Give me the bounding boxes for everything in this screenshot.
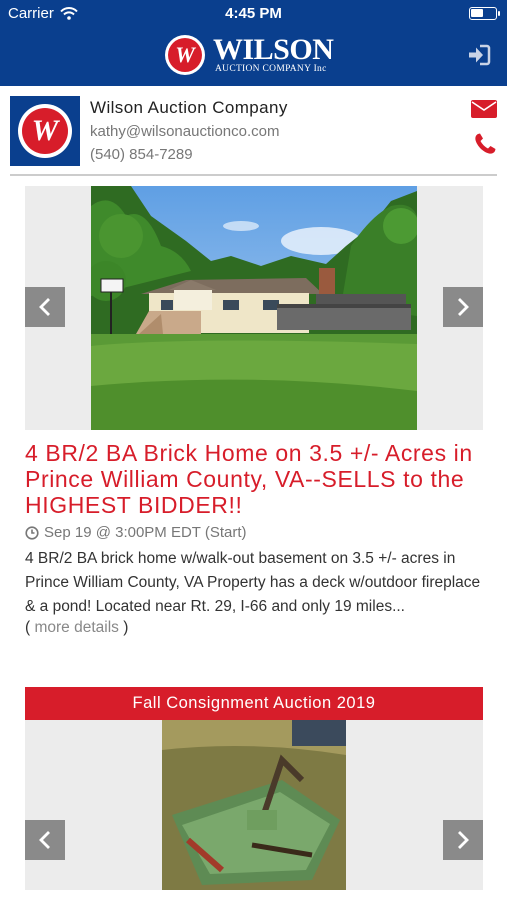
house-image bbox=[91, 186, 417, 430]
company-logo-ring: W bbox=[18, 104, 72, 158]
listing-card[interactable]: 4 BR/2 BA Brick Home on 3.5 +/- Acres in… bbox=[25, 186, 483, 637]
logo-text: WILSON bbox=[213, 33, 334, 67]
logo-mark-letter: W bbox=[168, 38, 202, 72]
carousel-prev-button[interactable] bbox=[25, 820, 65, 860]
clock-icon bbox=[25, 525, 39, 540]
listing-date-text: Sep 19 @ 3:00PM EDT (Start) bbox=[44, 524, 247, 541]
listing-card[interactable]: Fall Consignment Auction 2019 bbox=[25, 687, 483, 890]
carousel-next-button[interactable] bbox=[443, 820, 483, 860]
more-details-link[interactable]: more details bbox=[34, 619, 118, 636]
image-carousel[interactable] bbox=[25, 186, 483, 430]
phone-icon[interactable] bbox=[473, 132, 497, 156]
battery-level bbox=[471, 9, 483, 17]
listing-photo-mower[interactable] bbox=[162, 720, 346, 890]
chevron-left-icon bbox=[39, 298, 50, 316]
app-header: W WILSON AUCTION COMPANY Inc bbox=[0, 28, 507, 86]
chevron-left-icon bbox=[39, 831, 50, 849]
logo-subtext: AUCTION COMPANY Inc bbox=[215, 64, 327, 75]
mower-image bbox=[162, 720, 346, 890]
more-details: ( more details ) bbox=[25, 619, 483, 637]
company-logo: W bbox=[10, 96, 80, 166]
more-details-open: ( bbox=[25, 619, 31, 636]
mail-icon[interactable] bbox=[471, 100, 497, 118]
listing-date: Sep 19 @ 3:00PM EDT (Start) bbox=[25, 524, 483, 541]
header-logo[interactable]: W WILSON AUCTION COMPANY Inc bbox=[165, 33, 334, 75]
listing-title[interactable]: 4 BR/2 BA Brick Home on 3.5 +/- Acres in… bbox=[25, 440, 483, 518]
company-logo-letter: W bbox=[22, 108, 68, 154]
auction-banner[interactable]: Fall Consignment Auction 2019 bbox=[25, 687, 483, 720]
status-time: 4:45 PM bbox=[225, 5, 282, 22]
login-icon[interactable] bbox=[467, 44, 491, 66]
carousel-prev-button[interactable] bbox=[25, 287, 65, 327]
chevron-right-icon bbox=[458, 298, 469, 316]
logo-mark: W bbox=[165, 35, 205, 75]
more-details-close: ) bbox=[123, 619, 129, 636]
logo-wordmark: WILSON AUCTION COMPANY Inc bbox=[213, 33, 334, 75]
carousel-next-button[interactable] bbox=[443, 287, 483, 327]
chevron-right-icon bbox=[458, 831, 469, 849]
company-email[interactable]: kathy@wilsonauctionco.com bbox=[90, 123, 279, 140]
battery-icon bbox=[469, 7, 500, 20]
image-carousel[interactable] bbox=[25, 720, 483, 890]
company-info: W Wilson Auction Company kathy@wilsonauc… bbox=[10, 96, 497, 176]
status-bar: Carrier 4:45 PM bbox=[0, 0, 507, 28]
listing-photo-house[interactable] bbox=[91, 186, 417, 430]
company-name: Wilson Auction Company bbox=[90, 98, 288, 117]
listing-description: 4 BR/2 BA brick home w/walk-out basement… bbox=[25, 550, 481, 615]
company-phone[interactable]: (540) 854-7289 bbox=[90, 146, 193, 163]
